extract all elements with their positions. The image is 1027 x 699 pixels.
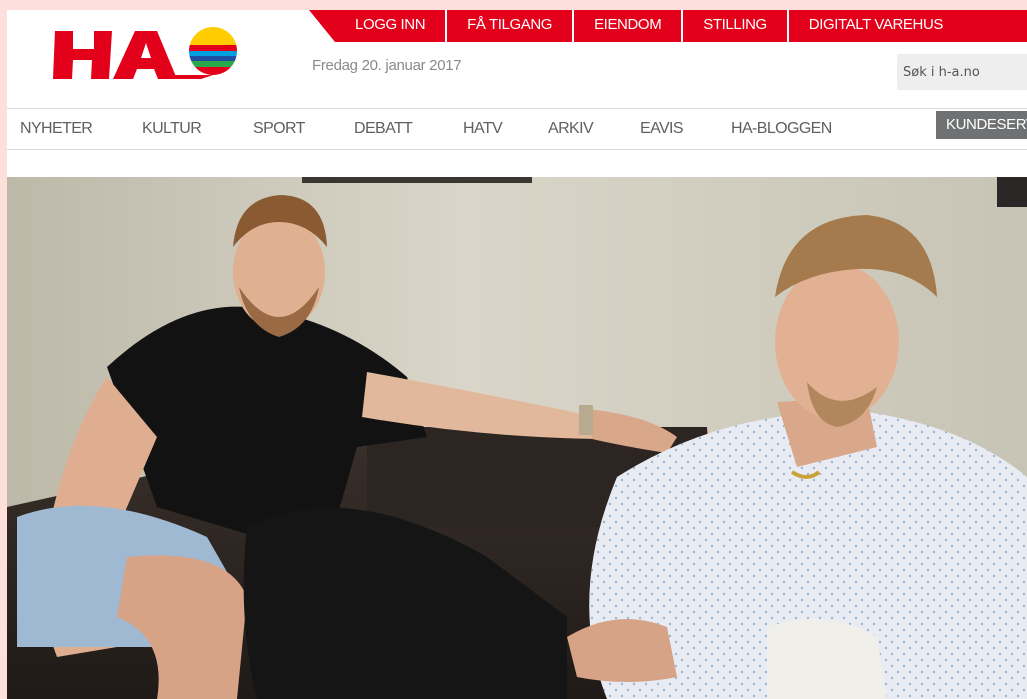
- nav-item-nyheter[interactable]: NYHETER: [20, 120, 93, 138]
- topbar-login-link[interactable]: LOGG INN: [335, 10, 445, 42]
- topbar-links: LOGG INN FÅ TILGANG EIENDOM STILLING DIG…: [335, 10, 1027, 42]
- site-logo[interactable]: [53, 27, 238, 83]
- topbar-get-access-link[interactable]: FÅ TILGANG: [445, 10, 572, 42]
- customer-service-button[interactable]: KUNDESERVICE: [936, 111, 1027, 139]
- nav-item-kultur[interactable]: KULTUR: [142, 120, 202, 138]
- current-date: Fredag 20. januar 2017: [312, 57, 462, 74]
- nav-item-sport[interactable]: SPORT: [253, 120, 305, 138]
- topbar-corner: [309, 10, 335, 42]
- striped-sun-logo-icon: [189, 27, 237, 75]
- page: Fredag 20. januar 2017 LOGG INN FÅ TILGA…: [7, 10, 1027, 699]
- search-input[interactable]: [897, 54, 1027, 90]
- nav-item-arkiv[interactable]: ARKIV: [548, 120, 594, 138]
- topbar-digital-store-link[interactable]: DIGITALT VAREHUS: [786, 10, 963, 42]
- topbar-jobs-link[interactable]: STILLING: [681, 10, 787, 42]
- hero-photo-illustration: [7, 177, 1027, 699]
- site-header: Fredag 20. januar 2017 LOGG INN FÅ TILGA…: [7, 10, 1027, 108]
- topbar-real-estate-link[interactable]: EIENDOM: [572, 10, 681, 42]
- top-red-bar: LOGG INN FÅ TILGANG EIENDOM STILLING DIG…: [309, 10, 1027, 42]
- nav-item-eavis[interactable]: EAVIS: [640, 120, 684, 138]
- nav-item-ha-bloggen[interactable]: HA-BLOGGEN: [731, 120, 832, 138]
- nav-item-hatv[interactable]: HATV: [463, 120, 503, 138]
- hero-photo[interactable]: [7, 177, 1027, 699]
- nav-item-debatt[interactable]: DEBATT: [354, 120, 413, 138]
- main-nav: NYHETER KULTUR SPORT DEBATT HATV ARKIV E…: [7, 108, 1027, 150]
